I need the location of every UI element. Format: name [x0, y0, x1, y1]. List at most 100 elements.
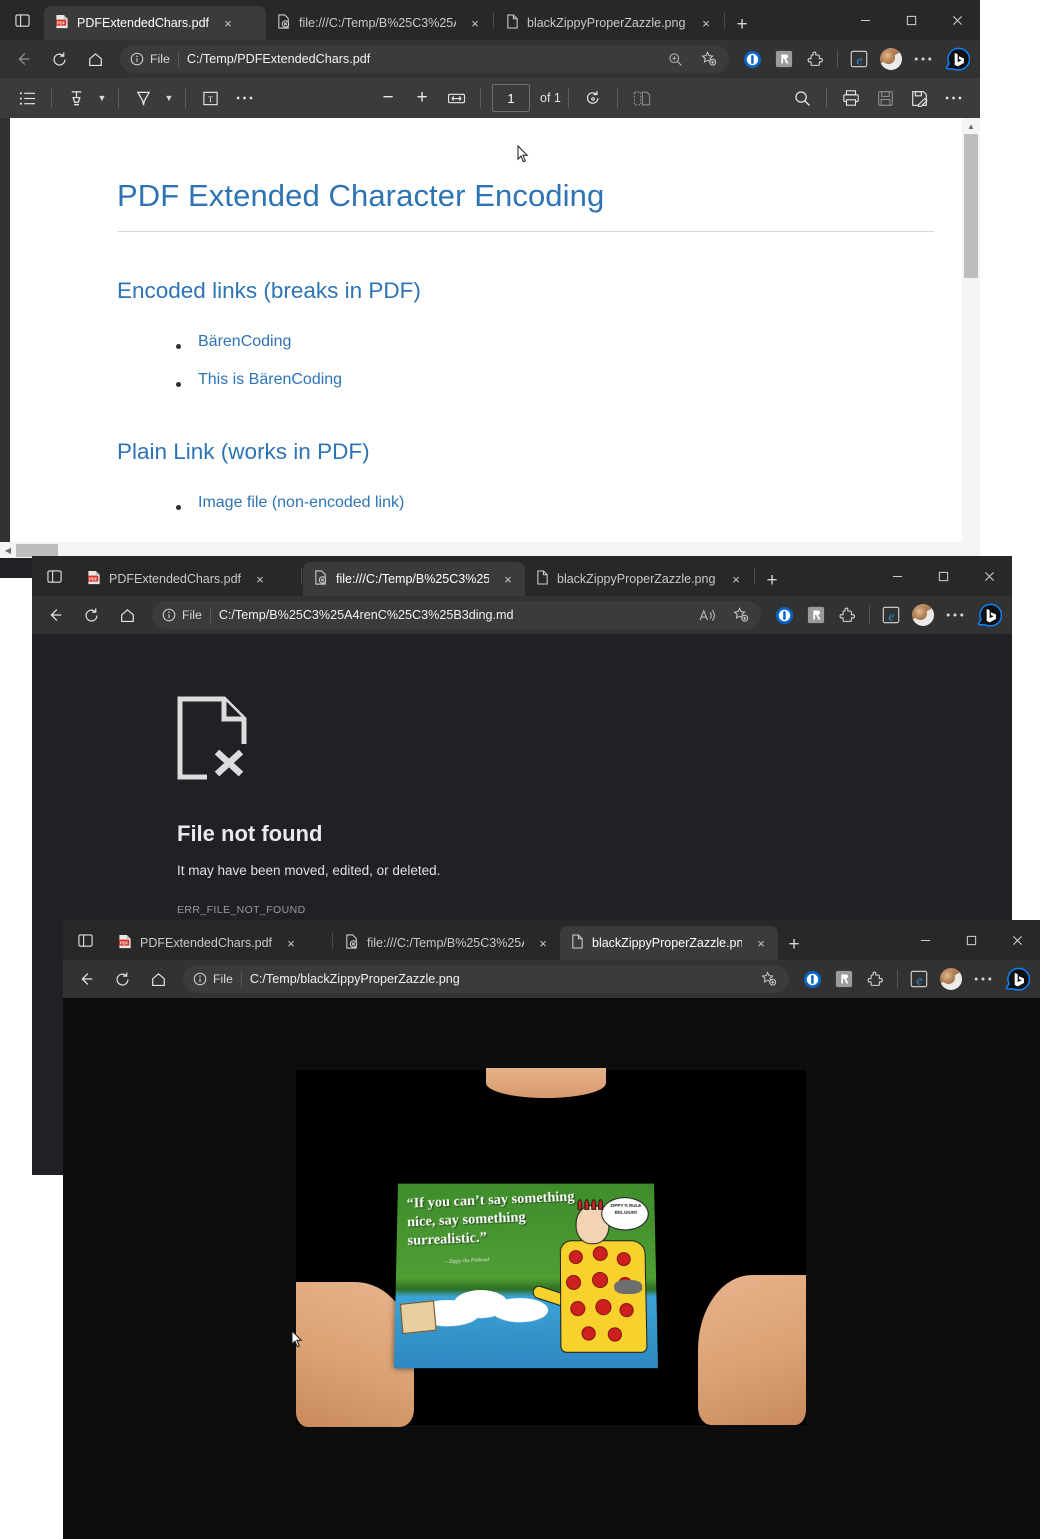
- page-number-input[interactable]: 1: [492, 84, 530, 112]
- extensions-puzzle-icon[interactable]: [861, 964, 891, 994]
- add-text-icon[interactable]: T: [193, 83, 227, 113]
- highlighter-icon[interactable]: [59, 83, 93, 113]
- pdf-more-icon[interactable]: [936, 83, 970, 113]
- save-as-annotated-icon[interactable]: [902, 83, 936, 113]
- pdf-vertical-scrollbar[interactable]: ▲: [962, 118, 980, 558]
- close-button[interactable]: [966, 559, 1012, 593]
- image-viewer-area[interactable]: “If you can’t say something nice, say so…: [63, 998, 1040, 1539]
- copilot-bing-icon[interactable]: [1000, 964, 1034, 994]
- tab-close-icon[interactable]: ×: [217, 12, 239, 34]
- profile-avatar[interactable]: [876, 44, 906, 74]
- ie-mode-icon[interactable]: e: [904, 964, 934, 994]
- copilot-bing-icon[interactable]: [940, 44, 974, 74]
- extensions-puzzle-icon[interactable]: [801, 44, 831, 74]
- back-button[interactable]: [69, 964, 103, 994]
- scroll-up-arrow-icon[interactable]: ▲: [962, 118, 980, 134]
- tab-actions-icon[interactable]: [0, 0, 44, 40]
- search-icon[interactable]: [785, 83, 819, 113]
- tab-barencoding-md[interactable]: file:///C:/Temp/B%25C3%25A4ren ×: [266, 6, 492, 40]
- maximize-button[interactable]: [948, 923, 994, 957]
- refresh-button[interactable]: [74, 600, 108, 630]
- copilot-bing-icon[interactable]: [972, 600, 1006, 630]
- link-this-is-barencoding[interactable]: This is BärenCoding: [198, 371, 342, 389]
- profile-avatar[interactable]: [908, 600, 938, 630]
- print-icon[interactable]: [834, 83, 868, 113]
- new-tab-button[interactable]: +: [726, 10, 758, 40]
- tab-actions-icon[interactable]: [63, 920, 107, 960]
- scrollbar-thumb[interactable]: [16, 544, 58, 557]
- maximize-button[interactable]: [888, 3, 934, 37]
- info-icon[interactable]: [193, 972, 207, 986]
- zoom-in-button[interactable]: +: [405, 83, 439, 113]
- back-button[interactable]: [6, 44, 40, 74]
- tab-close-icon[interactable]: ×: [532, 932, 554, 954]
- scrollbar-thumb[interactable]: [964, 134, 978, 278]
- read-aloud-icon[interactable]: [693, 602, 721, 628]
- onepassword-icon[interactable]: [737, 44, 767, 74]
- link-image-file[interactable]: Image file (non-encoded link): [198, 494, 404, 512]
- save-icon[interactable]: [868, 83, 902, 113]
- highlighter-chevron-down-icon[interactable]: ▼: [93, 83, 111, 113]
- scroll-left-arrow-icon[interactable]: ◀: [0, 546, 16, 555]
- tab-blackzippyproperzazzle[interactable]: blackZippyProperZazzle.png (50 ×: [560, 926, 778, 960]
- profile-avatar[interactable]: [936, 964, 966, 994]
- info-icon[interactable]: [130, 52, 144, 66]
- tab-close-icon[interactable]: ×: [497, 568, 519, 590]
- tab-pdfextendedchars[interactable]: PDF PDFExtendedChars.pdf ×: [44, 6, 266, 40]
- tab-pdfextendedchars[interactable]: PDF PDFExtendedChars.pdf ×: [107, 926, 331, 960]
- new-tab-button[interactable]: +: [756, 566, 788, 596]
- extension-icon[interactable]: [769, 44, 799, 74]
- maximize-button[interactable]: [920, 559, 966, 593]
- extension-icon[interactable]: [829, 964, 859, 994]
- address-bar-window2[interactable]: File C:/Temp/B%25C3%25A4renC%25C3%25B3di…: [152, 601, 761, 629]
- refresh-button[interactable]: [105, 964, 139, 994]
- minimize-button[interactable]: [842, 3, 888, 37]
- eraser-icon[interactable]: [126, 83, 160, 113]
- tab-blackzippyproperzazzle[interactable]: blackZippyProperZazzle.png (50 ×: [495, 6, 723, 40]
- tab-close-icon[interactable]: ×: [280, 932, 302, 954]
- add-favorite-icon[interactable]: [727, 602, 755, 628]
- onepassword-icon[interactable]: [797, 964, 827, 994]
- pdf-document-area[interactable]: PDF Extended Character Encoding Encoded …: [0, 118, 980, 558]
- tab-close-icon[interactable]: ×: [725, 568, 747, 590]
- address-bar-window1[interactable]: File C:/Temp/PDFExtendedChars.pdf: [120, 45, 729, 73]
- tshirt-photo[interactable]: “If you can’t say something nice, say so…: [296, 1070, 806, 1425]
- home-button[interactable]: [78, 44, 112, 74]
- rotate-icon[interactable]: [576, 83, 610, 113]
- page-view-icon[interactable]: [625, 83, 659, 113]
- add-favorite-icon[interactable]: [755, 966, 783, 992]
- new-tab-button[interactable]: +: [778, 930, 810, 960]
- onepassword-icon[interactable]: [769, 600, 799, 630]
- tab-actions-icon[interactable]: [32, 556, 76, 596]
- tab-close-icon[interactable]: ×: [249, 568, 271, 590]
- table-of-contents-icon[interactable]: [10, 83, 44, 113]
- draw-more-icon[interactable]: [227, 83, 261, 113]
- home-button[interactable]: [110, 600, 144, 630]
- minimize-button[interactable]: [902, 923, 948, 957]
- ie-mode-icon[interactable]: e: [844, 44, 874, 74]
- tab-barencoding-md[interactable]: file:///C:/Temp/B%25C3%25A4re ×: [303, 562, 525, 596]
- link-barencoding[interactable]: BärenCoding: [198, 333, 291, 351]
- extension-icon[interactable]: [801, 600, 831, 630]
- zoom-out-button[interactable]: −: [371, 83, 405, 113]
- extensions-puzzle-icon[interactable]: [833, 600, 863, 630]
- close-button[interactable]: [934, 3, 980, 37]
- tab-close-icon[interactable]: ×: [695, 12, 717, 34]
- close-button[interactable]: [994, 923, 1040, 957]
- refresh-button[interactable]: [42, 44, 76, 74]
- fit-to-width-icon[interactable]: [439, 83, 473, 113]
- info-icon[interactable]: [162, 608, 176, 622]
- settings-more-icon[interactable]: [968, 964, 998, 994]
- eraser-chevron-down-icon[interactable]: ▼: [160, 83, 178, 113]
- tab-blackzippyproperzazzle[interactable]: blackZippyProperZazzle.png (50 ×: [525, 562, 753, 596]
- tab-pdfextendedchars[interactable]: PDF PDFExtendedChars.pdf ×: [76, 562, 300, 596]
- add-favorite-icon[interactable]: [695, 46, 723, 72]
- settings-more-icon[interactable]: [940, 600, 970, 630]
- settings-more-icon[interactable]: [908, 44, 938, 74]
- zoom-icon[interactable]: [661, 46, 689, 72]
- tab-barencoding-md[interactable]: file:///C:/Temp/B%25C3%25A4re ×: [334, 926, 560, 960]
- address-bar-window3[interactable]: File C:/Temp/blackZippyProperZazzle.png: [183, 965, 789, 993]
- tab-close-icon[interactable]: ×: [750, 932, 772, 954]
- minimize-button[interactable]: [874, 559, 920, 593]
- home-button[interactable]: [141, 964, 175, 994]
